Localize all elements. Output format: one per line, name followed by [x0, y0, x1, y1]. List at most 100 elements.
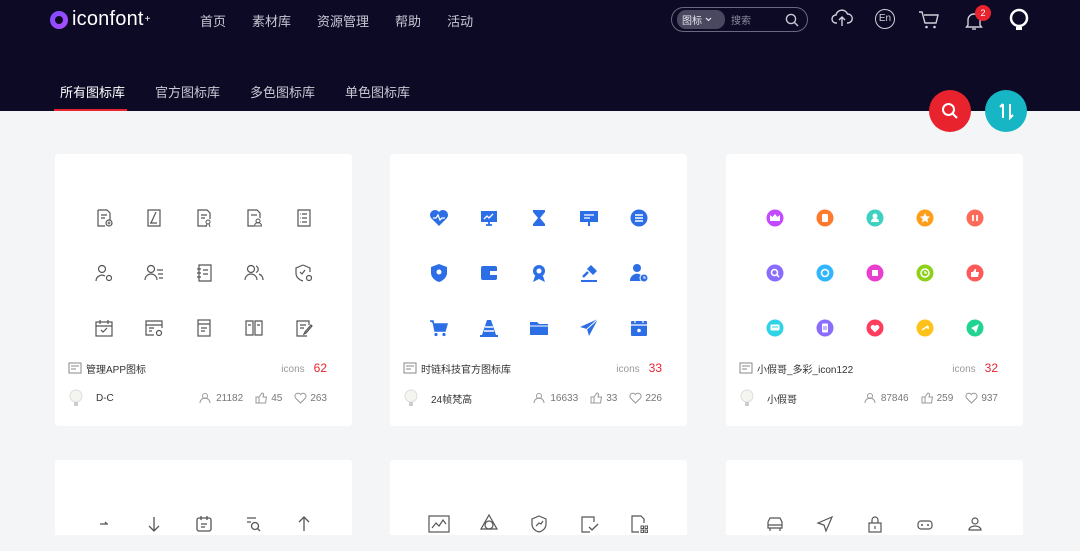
- icon-preview-grid: [750, 496, 1000, 551]
- search-fab-button[interactable]: [929, 90, 971, 132]
- brand-logo[interactable]: iconfont +: [50, 8, 151, 31]
- tab-official-libraries[interactable]: 官方图标库: [155, 82, 220, 101]
- nav-item-help[interactable]: 帮助: [395, 11, 421, 30]
- search-type-label: 图标: [682, 16, 702, 27]
- tab-multicolor-libraries[interactable]: 多色图标库: [250, 82, 315, 101]
- language-toggle[interactable]: En: [875, 9, 895, 29]
- card-title[interactable]: 小假哥_多彩_icon122: [757, 361, 853, 376]
- library-icon: [739, 362, 753, 374]
- lock-icon: [868, 515, 882, 533]
- users-icon: [533, 393, 545, 404]
- folder-icon: [530, 321, 548, 335]
- heart-icon: [294, 392, 307, 404]
- library-icon: [403, 362, 417, 374]
- users-icon: [864, 393, 876, 404]
- nav-item-activity[interactable]: 活动: [447, 11, 473, 30]
- star-badge-icon: [916, 209, 934, 226]
- library-icon: [68, 362, 82, 374]
- settings-icon: [816, 264, 834, 281]
- likes-count: 259: [936, 392, 954, 404]
- document-review-icon: [197, 208, 211, 227]
- users-count: 21182: [216, 392, 244, 404]
- icon-library-card[interactable]: 管理APP图标 icons 62 D-C 21182 45 263: [55, 154, 352, 426]
- document-circle-icon: [816, 319, 834, 336]
- icon-preview-grid: [79, 496, 329, 551]
- card-title[interactable]: 时链科技官方图标库: [421, 361, 511, 376]
- search-icon: [942, 103, 958, 119]
- favorites-count: 937: [981, 392, 998, 404]
- upload-icon[interactable]: [831, 8, 853, 28]
- heart-circle-icon: [866, 319, 884, 336]
- author-name[interactable]: 24帧梵高: [431, 391, 472, 406]
- icons-count-value: 62: [313, 361, 327, 375]
- user-clock-icon: [629, 263, 649, 282]
- tab-all-libraries[interactable]: 所有图标库: [60, 82, 125, 101]
- send-circle-icon: [966, 319, 984, 336]
- document-add-icon: [97, 208, 113, 227]
- crown-icon: [766, 209, 784, 226]
- search-box: 图标 搜索: [671, 7, 808, 32]
- clock-icon: [916, 264, 934, 281]
- user-avatar-icon[interactable]: [1009, 8, 1029, 30]
- pause-icon: [966, 209, 984, 226]
- send-icon: [580, 318, 599, 336]
- main-nav: 首页 素材库 资源管理 帮助 活动: [200, 11, 499, 30]
- calendar-list-icon: [196, 515, 212, 532]
- author-name[interactable]: 小假哥: [767, 391, 797, 406]
- icon-library-card[interactable]: 小假哥_多彩_icon122 icons 32 小假哥 87846 259 937: [726, 154, 1023, 426]
- user-icon: [968, 516, 982, 531]
- icons-label: icons: [616, 364, 640, 375]
- icon-library-card[interactable]: [390, 460, 687, 535]
- tab-mono-libraries[interactable]: 单色图标库: [345, 82, 410, 101]
- likes-count: 33: [606, 392, 618, 404]
- chart-board-icon: [481, 210, 497, 226]
- library-tabs: 所有图标库 官方图标库 多色图标库 单色图标库: [60, 82, 440, 101]
- wallet-icon: [481, 265, 497, 280]
- thumb-icon: [966, 264, 984, 281]
- contact-icon: [866, 209, 884, 226]
- icon-library-card[interactable]: 时链科技官方图标库 icons 33 24帧梵高 16633 33 226: [390, 154, 687, 426]
- search-type-select[interactable]: 图标: [677, 10, 725, 29]
- brand-plus: +: [144, 14, 151, 25]
- sort-fab-button[interactable]: [985, 90, 1027, 132]
- user-settings-icon: [95, 264, 113, 281]
- search-input[interactable]: 搜索: [731, 12, 785, 27]
- icons-count-value: 33: [648, 361, 662, 375]
- users-icon: [199, 393, 211, 404]
- icon-library-card[interactable]: [726, 460, 1023, 535]
- icon-library-card[interactable]: [55, 460, 352, 535]
- card-title[interactable]: 管理APP图标: [86, 361, 146, 376]
- nav-item-resources[interactable]: 资源管理: [317, 11, 369, 30]
- nav-item-home[interactable]: 首页: [200, 11, 226, 30]
- shield-settings-icon: [295, 263, 313, 282]
- line-chart-icon: [428, 514, 450, 533]
- shield-icon: [431, 263, 447, 282]
- document-list-icon: [297, 208, 311, 227]
- chevron-down-icon: [705, 17, 712, 22]
- document-signature-icon: [296, 319, 313, 337]
- heart-pulse-icon: [430, 209, 448, 226]
- cart-icon: [430, 319, 448, 336]
- navigation-icon: [816, 515, 834, 533]
- search-icon[interactable]: [785, 13, 799, 27]
- likes-count: 45: [271, 392, 283, 404]
- card-meta-row: 小假哥 87846 259 937: [739, 389, 998, 407]
- stamp-icon: [581, 264, 597, 282]
- document-user-icon: [247, 208, 263, 227]
- favorites-count: 263: [310, 392, 327, 404]
- card-title-row: 小假哥_多彩_icon122 icons 32: [739, 360, 998, 376]
- nav-item-material[interactable]: 素材库: [252, 11, 291, 30]
- brand-name: iconfont: [72, 8, 144, 30]
- card-meta-row: 24帧梵高 16633 33 226: [403, 389, 662, 407]
- cart-icon[interactable]: [918, 10, 941, 30]
- icon-preview-grid: [414, 190, 664, 355]
- puzzle-icon: [866, 264, 884, 281]
- traffic-cone-icon: [480, 319, 498, 337]
- chat-icon: [766, 319, 784, 336]
- author-name[interactable]: D-C: [96, 393, 114, 404]
- notebook-icon: [197, 263, 212, 282]
- logo-mark-icon: [50, 10, 68, 29]
- card-stats: 21182 45 263: [199, 392, 327, 404]
- database-icon: [630, 209, 648, 226]
- search-circle-icon: [766, 264, 784, 281]
